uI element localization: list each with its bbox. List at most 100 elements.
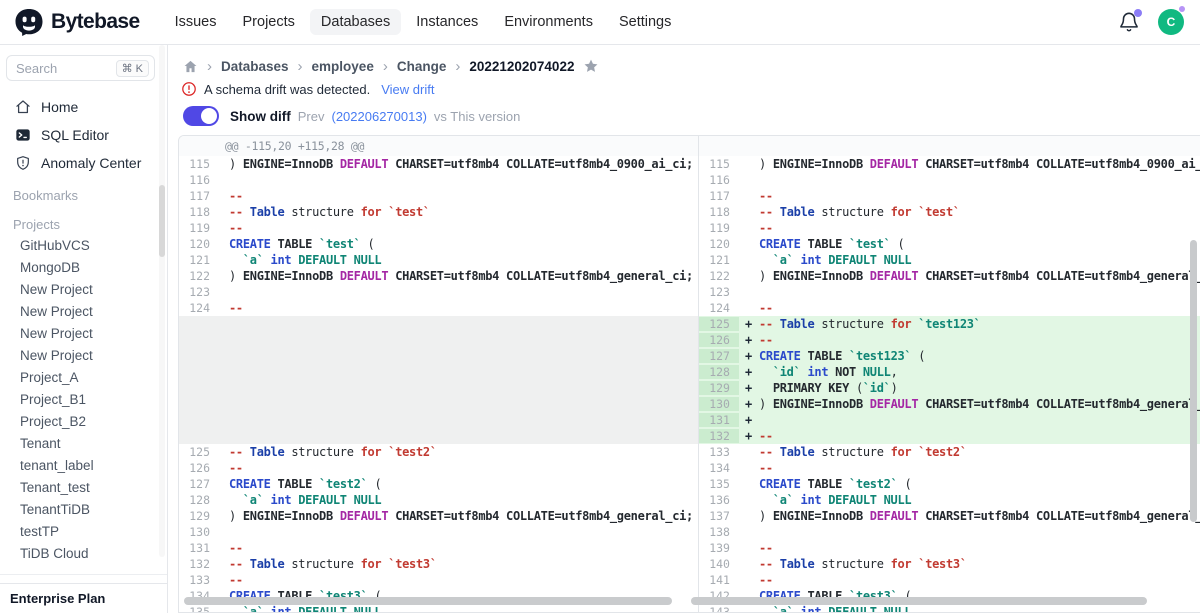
line-code: ) ENGINE=InnoDB DEFAULT CHARSET=utf8mb4 … xyxy=(739,269,1200,283)
sidebar-project-item[interactable]: MongoDB xyxy=(0,257,167,279)
home-icon[interactable] xyxy=(183,59,198,74)
sidebar-project-item[interactable]: Project_A xyxy=(0,367,167,389)
diff-line: 135CREATE TABLE `test2` ( xyxy=(699,476,1200,492)
avatar-status-dot xyxy=(1179,6,1185,12)
sidebar-item-sql-editor[interactable]: SQL Editor xyxy=(0,121,167,149)
sidebar-item-anomaly-center[interactable]: Anomaly Center xyxy=(0,149,167,177)
sidebar-project-item[interactable]: New Project xyxy=(0,345,167,367)
sidebar-item-label: Anomaly Center xyxy=(41,155,141,171)
sidebar-project-item[interactable]: Project_B1 xyxy=(0,389,167,411)
line-number: 141 xyxy=(699,573,739,587)
line-code: CREATE TABLE `test2` ( xyxy=(219,477,698,491)
notification-dot xyxy=(1134,9,1142,17)
sidebar-section-projects: Projects xyxy=(0,206,167,235)
diff-line xyxy=(179,332,698,348)
sidebar-project-item[interactable]: New Project xyxy=(0,323,167,345)
diff-line: 122) ENGINE=InnoDB DEFAULT CHARSET=utf8m… xyxy=(699,268,1200,284)
sidebar-project-item[interactable]: TiDB Cloud xyxy=(0,543,167,565)
sidebar-project-item[interactable]: tenant_label xyxy=(0,455,167,477)
line-code: -- Table structure for `test` xyxy=(219,205,698,219)
sidebar-scrollbar-track[interactable] xyxy=(159,45,165,557)
show-diff-label: Show diff xyxy=(230,109,291,124)
left-pane-hscrollbar[interactable] xyxy=(184,597,672,605)
diff-line: 127CREATE TABLE `test2` ( xyxy=(179,476,698,492)
sidebar-project-item[interactable]: TenantTiDB xyxy=(0,499,167,521)
nav-item-environments[interactable]: Environments xyxy=(493,9,604,35)
sidebar-project-item[interactable]: Project_B2 xyxy=(0,411,167,433)
diff-add-marker: + xyxy=(745,413,759,427)
prev-version-link[interactable]: (202206270013) xyxy=(331,109,426,124)
line-number: 124 xyxy=(179,301,219,315)
nav-item-issues[interactable]: Issues xyxy=(164,9,228,35)
line-code: -- xyxy=(739,221,1200,235)
line-number: 131 xyxy=(179,541,219,555)
diff-line: 129+ PRIMARY KEY (`id`) xyxy=(699,380,1200,396)
line-number: 130 xyxy=(699,397,739,411)
sidebar-project-item[interactable]: New Project xyxy=(0,279,167,301)
line-code: `a` int DEFAULT NULL xyxy=(739,493,1200,507)
line-number: 130 xyxy=(179,525,219,539)
line-code: ) ENGINE=InnoDB DEFAULT CHARSET=utf8mb4 … xyxy=(219,157,698,171)
sidebar-project-item[interactable]: testTP xyxy=(0,521,167,543)
line-number: 140 xyxy=(699,557,739,571)
line-code: +CREATE TABLE `test123` ( xyxy=(739,349,1200,363)
search-input[interactable] xyxy=(16,61,102,76)
line-code: CREATE TABLE `test2` ( xyxy=(739,477,1200,491)
diff-line: 123 xyxy=(699,284,1200,300)
line-number: 129 xyxy=(699,381,739,395)
top-nav: Bytebase IssuesProjectsDatabasesInstance… xyxy=(0,0,1200,45)
line-code: CREATE TABLE `test` ( xyxy=(739,237,1200,251)
page-vscrollbar[interactable] xyxy=(1190,240,1197,522)
diff-line: 128+ `id` int NOT NULL, xyxy=(699,364,1200,380)
sidebar-item-home[interactable]: Home xyxy=(0,93,167,121)
sidebar-project-item[interactable]: New Project xyxy=(0,301,167,323)
diff-line: 117-- xyxy=(179,188,698,204)
breadcrumb-item[interactable]: 20221202074022 xyxy=(469,59,574,74)
diff-line: 130+) ENGINE=InnoDB DEFAULT CHARSET=utf8… xyxy=(699,396,1200,412)
line-code: -- xyxy=(739,461,1200,475)
sidebar-project-item[interactable]: Tenant xyxy=(0,433,167,455)
nav-item-databases[interactable]: Databases xyxy=(310,9,401,35)
line-number: 115 xyxy=(179,157,219,171)
app-logo[interactable]: Bytebase xyxy=(14,8,140,37)
shield-icon xyxy=(15,155,31,171)
avatar[interactable]: C xyxy=(1158,9,1184,35)
diff-line xyxy=(179,348,698,364)
search-shortcut-badge: ⌘ K xyxy=(116,60,149,77)
diff-line: 124-- xyxy=(179,300,698,316)
nav-item-settings[interactable]: Settings xyxy=(608,9,682,35)
diff-line: 119-- xyxy=(179,220,698,236)
diff-add-marker: + xyxy=(745,397,759,411)
line-number: 122 xyxy=(699,269,739,283)
main-content: ›Databases›employee›Change›2022120207402… xyxy=(168,45,1200,613)
alert-circle-icon xyxy=(181,81,197,97)
line-number: 138 xyxy=(699,525,739,539)
diff-add-marker: + xyxy=(745,333,759,347)
diff-line xyxy=(179,364,698,380)
line-number: 119 xyxy=(699,221,739,235)
line-code: +-- xyxy=(739,333,1200,347)
breadcrumb-item[interactable]: Databases xyxy=(221,59,289,74)
line-code: -- xyxy=(219,221,698,235)
line-number: 126 xyxy=(179,461,219,475)
search-box[interactable]: ⌘ K xyxy=(6,55,155,81)
breadcrumb-item[interactable]: Change xyxy=(397,59,447,74)
notifications-button[interactable] xyxy=(1118,11,1140,33)
sidebar-project-item[interactable]: GitHubVCS xyxy=(0,235,167,257)
sidebar-scrollbar-thumb[interactable] xyxy=(159,185,165,257)
diff-toolbar: Show diff Prev (202206270013) vs This ve… xyxy=(183,105,1200,127)
line-code: -- xyxy=(219,541,698,555)
nav-item-projects[interactable]: Projects xyxy=(232,9,306,35)
line-code: -- Table structure for `test3` xyxy=(739,557,1200,571)
right-pane-hscrollbar[interactable] xyxy=(691,597,1147,605)
top-nav-right: C xyxy=(1118,9,1184,35)
show-diff-toggle[interactable] xyxy=(183,106,219,126)
nav-item-instances[interactable]: Instances xyxy=(405,9,489,35)
sidebar-project-item[interactable]: Tenant_test xyxy=(0,477,167,499)
star-icon[interactable] xyxy=(583,58,599,74)
line-number: 143 xyxy=(699,605,739,613)
breadcrumb-item[interactable]: employee xyxy=(312,59,374,74)
line-number: 115 xyxy=(699,157,739,171)
view-drift-link[interactable]: View drift xyxy=(381,82,434,97)
diff-line: 126-- xyxy=(179,460,698,476)
